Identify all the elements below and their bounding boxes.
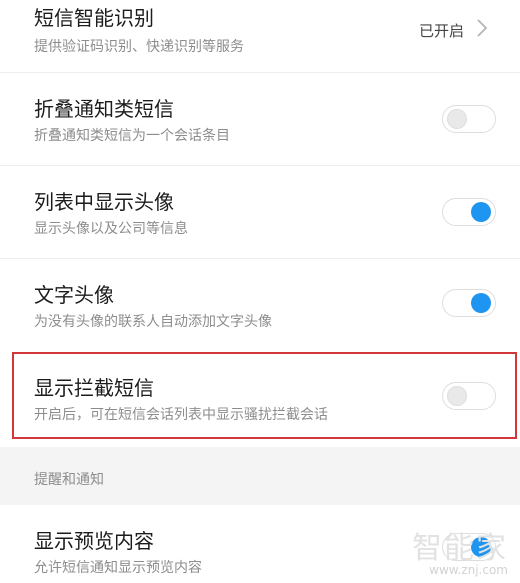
setting-title: 短信智能识别 <box>34 6 154 30</box>
setting-title: 文字头像 <box>34 283 114 307</box>
toggle-switch[interactable] <box>442 105 496 133</box>
toggle-switch[interactable] <box>442 289 496 317</box>
setting-text-avatar: 文字头像 为没有头像的联系人自动添加文字头像 <box>0 259 520 349</box>
toggle-knob <box>447 109 467 129</box>
watermark-text: 智能家 <box>412 531 508 566</box>
section-label: 提醒和通知 <box>34 472 104 488</box>
toggle-switch[interactable] <box>442 198 496 226</box>
setting-sms-smart-recognition[interactable]: 短信智能识别 提供验证码识别、快递识别等服务 已开启 <box>0 0 520 72</box>
setting-fold-notification-sms: 折叠通知类短信 折叠通知类短信为一个会话条目 <box>0 73 520 165</box>
setting-show-avatar-in-list: 列表中显示头像 显示头像以及公司等信息 <box>0 166 520 258</box>
setting-subtitle: 显示头像以及公司等信息 <box>34 221 188 237</box>
chevron-right-icon <box>477 19 488 37</box>
setting-title: 列表中显示头像 <box>34 190 174 214</box>
toggle-knob <box>471 293 491 313</box>
highlight-box <box>12 352 517 439</box>
toggle-knob <box>471 202 491 222</box>
setting-title: 显示预览内容 <box>34 529 154 553</box>
setting-subtitle: 提供验证码识别、快递识别等服务 <box>34 39 244 55</box>
setting-title: 折叠通知类短信 <box>34 97 174 121</box>
watermark: 智能家 www.znj.com <box>412 523 508 577</box>
setting-subtitle: 折叠通知类短信为一个会话条目 <box>34 128 230 144</box>
setting-subtitle: 允许短信通知显示预览内容 <box>34 560 202 576</box>
status-text: 已开启 <box>418 22 464 40</box>
setting-subtitle: 为没有头像的联系人自动添加文字头像 <box>34 314 272 330</box>
